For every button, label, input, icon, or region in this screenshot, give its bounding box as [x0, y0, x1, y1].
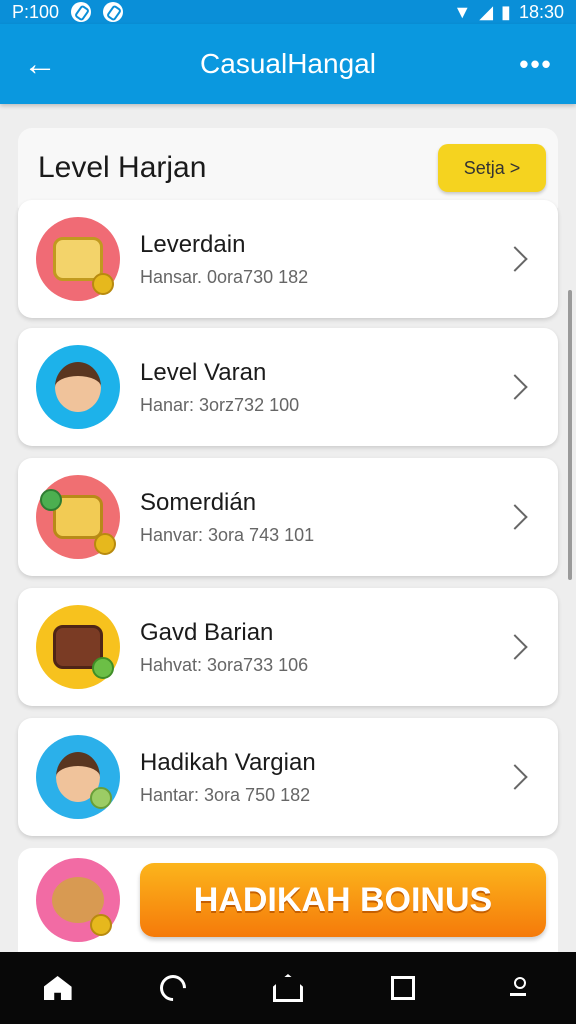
list-item-title: Level Varan	[140, 358, 267, 386]
list-item[interactable]: Level Varan Hanar: 3orz732 100	[18, 328, 558, 446]
app-bar: ← CasualHangal •••	[0, 24, 576, 104]
list-item-title: Leverdain	[140, 230, 246, 258]
more-dots-icon[interactable]: •••	[496, 24, 576, 104]
person-icon[interactable]	[488, 958, 548, 1018]
nfc-icon	[71, 2, 92, 22]
check-icon	[103, 2, 124, 22]
status-time: 18:30	[518, 1, 564, 22]
girl-money-icon	[36, 735, 120, 819]
back-arrow-icon[interactable]: ←	[0, 24, 80, 104]
home-icon[interactable]	[28, 958, 88, 1018]
list-item[interactable]: Somerdián Hanvar: 3ora 743 101	[18, 458, 558, 576]
chevron-right-icon	[502, 764, 528, 790]
list-item-subtitle: Hanar: 3orz732 100	[140, 394, 300, 415]
app-title: CasualHangal	[200, 48, 376, 79]
bonus-button[interactable]: HADIKAH BOINUS	[140, 863, 546, 937]
bottom-nav	[0, 952, 576, 1024]
header-card: Level Harjan Setja >	[18, 128, 558, 208]
bonus-card: HADIKAH BOINUS	[18, 848, 558, 952]
scrollbar[interactable]	[568, 290, 572, 580]
list-item[interactable]: Hadikah Vargian Hantar: 3ora 750 182	[18, 718, 558, 836]
boy-waving-icon	[36, 345, 120, 429]
list-item-subtitle: Hahvat: 3ora733 106	[140, 654, 309, 675]
cheese-block-icon	[36, 475, 120, 559]
list-item[interactable]: Gavd Barian Hahvat: 3ora733 106	[18, 588, 558, 706]
setup-button[interactable]: Setja >	[438, 144, 546, 192]
treasure-drum-icon	[36, 605, 120, 689]
home-outline-icon[interactable]	[258, 958, 318, 1018]
teddy-bear-icon	[36, 858, 120, 942]
list-item-title: Somerdián	[140, 488, 257, 516]
list-item-title: Gavd Barian	[140, 618, 274, 646]
calculator-coins-icon	[36, 217, 120, 301]
list-item-subtitle: Hantar: 3ora 750 182	[140, 784, 311, 805]
status-left-text: P:100	[12, 1, 60, 22]
chevron-right-icon	[502, 634, 528, 660]
header-title: Level Harjan	[38, 151, 207, 184]
chevron-right-icon	[502, 374, 528, 400]
list-item-title: Hadikah Vargian	[140, 748, 316, 776]
list-item-subtitle: Hansar. 0ora730 182	[140, 266, 309, 287]
chevron-right-icon	[502, 504, 528, 530]
signal-icon: ◢	[479, 1, 494, 22]
list-item-subtitle: Hanvar: 3ora 743 101	[140, 524, 315, 545]
status-bar: P:100 ▼ ◢ ▮ 18:30	[0, 0, 576, 24]
battery-icon: ▮	[501, 1, 511, 22]
square-icon[interactable]	[373, 958, 433, 1018]
chevron-right-icon	[502, 246, 528, 272]
list-item[interactable]: Leverdain Hansar. 0ora730 182	[18, 200, 558, 318]
search-icon[interactable]	[143, 958, 203, 1018]
wifi-icon: ▼	[453, 1, 472, 22]
